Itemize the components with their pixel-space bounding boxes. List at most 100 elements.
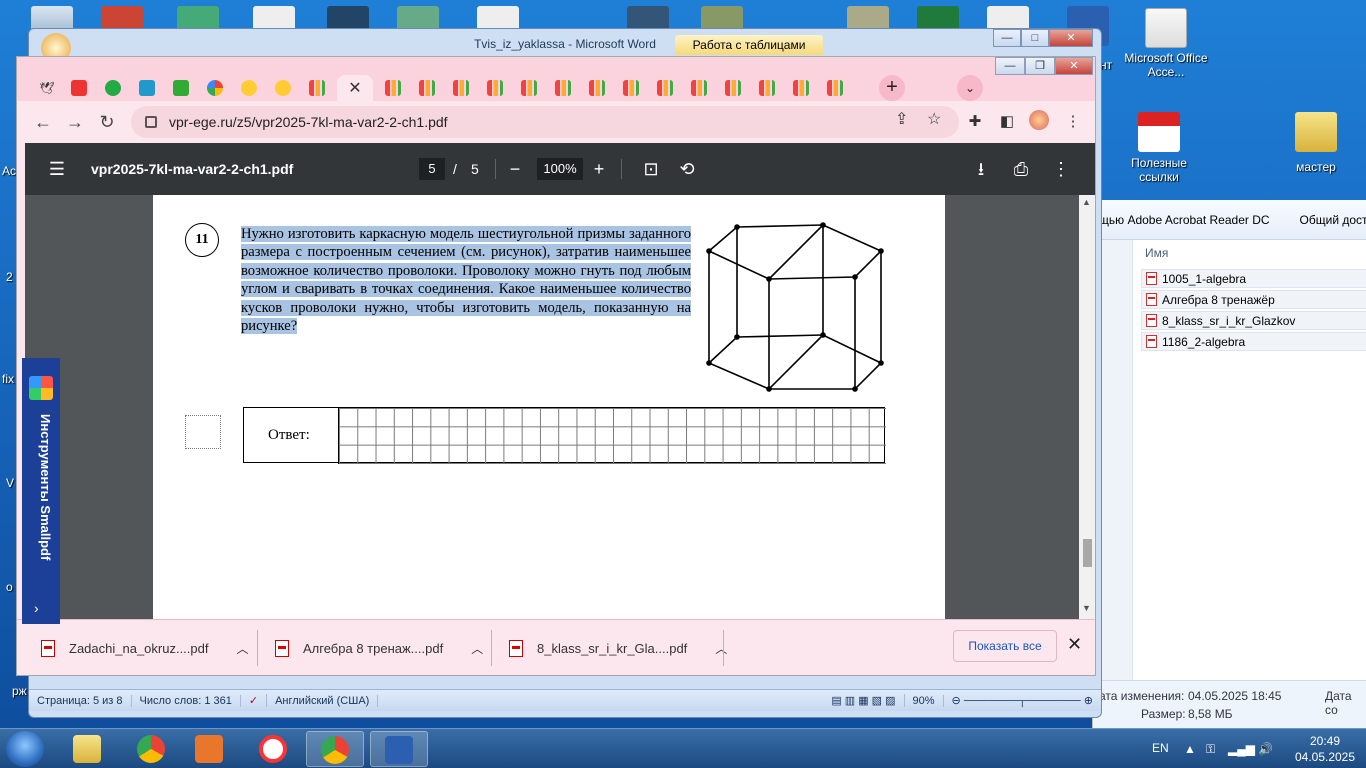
download-item[interactable]: Zadachi_na_okruz....pdf ︿ (41, 624, 249, 672)
zoom-slider[interactable]: ⊖ ───────┬─────── ⊕ (944, 694, 1101, 707)
file-item[interactable]: 1005_1-algebra (1141, 269, 1366, 288)
bookmark-star-icon[interactable]: ☆ (927, 109, 941, 129)
site-info-icon[interactable] (145, 116, 157, 128)
file-item[interactable]: 8_klass_sr_i_kr_Glazkov (1141, 311, 1366, 330)
taskbar-media[interactable] (180, 731, 238, 767)
network-icon[interactable]: ▂▄▆ (1228, 729, 1255, 768)
tab[interactable] (411, 75, 443, 101)
question-text[interactable]: Нужно изготовить каркасную модель шестиу… (241, 225, 691, 335)
share-button[interactable]: Общий дост (1300, 213, 1366, 227)
tab[interactable] (131, 75, 163, 101)
zoom-input[interactable]: 100% (537, 158, 583, 180)
device-icon[interactable]: ⚿ (1206, 729, 1215, 768)
menu-icon[interactable]: ☰ (45, 143, 69, 195)
download-item[interactable]: 8_klass_sr_i_kr_Gla....pdf ︿ (509, 624, 727, 672)
taskbar-word[interactable] (370, 731, 428, 767)
chrome-restore-button[interactable]: ❐ (1025, 57, 1055, 75)
chevron-right-icon[interactable]: › (34, 600, 39, 616)
print-icon[interactable]: ⎙ (1009, 143, 1033, 195)
view-buttons[interactable]: ▤ ▥ ▦ ▧ ▨ (823, 694, 905, 707)
taskbar-chrome-active[interactable] (306, 731, 364, 767)
pdf-viewer[interactable]: 11 Нужно изготовить каркасную модель шес… (25, 195, 1087, 619)
tab-active[interactable]: ✕ (337, 75, 373, 101)
close-tab-icon[interactable]: ✕ (348, 78, 361, 98)
download-icon[interactable]: ⭳ (969, 143, 993, 195)
zoom-in-icon[interactable]: + (587, 143, 611, 195)
language-indicator[interactable]: EN (1152, 729, 1169, 768)
show-hidden-icons[interactable]: ▲ (1184, 729, 1196, 768)
word-count[interactable]: Число слов: 1 361 (132, 694, 241, 707)
fit-page-icon[interactable]: ⊡ (639, 143, 663, 195)
tab[interactable] (785, 75, 817, 101)
profile-avatar[interactable] (1027, 110, 1051, 134)
show-all-downloads-button[interactable]: Показать все (953, 630, 1057, 662)
chevron-up-icon[interactable]: ︿ (236, 640, 248, 657)
page-number-input[interactable]: 5 (419, 158, 445, 180)
start-button[interactable] (6, 731, 44, 767)
side-panel-icon[interactable]: ◧ (995, 110, 1019, 134)
share-icon[interactable]: ⇪ (895, 109, 908, 129)
reload-button[interactable]: ↻ (95, 110, 119, 134)
page-indicator[interactable]: Страница: 5 из 8 (29, 694, 132, 707)
tab[interactable] (377, 75, 409, 101)
close-button[interactable]: ✕ (1049, 29, 1093, 47)
chrome-close-button[interactable]: ✕ (1055, 57, 1093, 75)
open-with-button[interactable]: щью Adobe Acrobat Reader DC (1099, 213, 1270, 227)
minimize-button[interactable]: — (993, 29, 1021, 47)
tab[interactable] (97, 75, 129, 101)
file-item[interactable]: 1186_2-algebra (1141, 332, 1366, 351)
file-item[interactable]: Алгебра 8 тренажёр (1141, 290, 1366, 309)
chevron-up-icon[interactable]: ︿ (471, 640, 483, 657)
tab[interactable] (199, 75, 231, 101)
desktop-icon[interactable]: Полезные ссылки (1126, 112, 1192, 184)
access-desktop-icon[interactable]: Microsoft Office Acce... (1124, 8, 1208, 79)
desktop-icon[interactable]: мастер (1278, 112, 1354, 174)
forward-button[interactable]: → (63, 110, 87, 134)
tab[interactable] (751, 75, 783, 101)
scroll-thumb[interactable] (1083, 539, 1092, 567)
tab[interactable] (233, 75, 265, 101)
tab-search-button[interactable]: ⌄ (957, 75, 983, 101)
table-tools-tab[interactable]: Работа с таблицами (675, 35, 823, 55)
volume-icon[interactable]: 🔊 (1258, 729, 1273, 768)
tab[interactable] (615, 75, 647, 101)
close-icon[interactable]: ✕ (1067, 634, 1082, 655)
rotate-icon[interactable]: ⟲ (675, 143, 699, 195)
taskbar-explorer[interactable] (58, 731, 116, 767)
tab[interactable] (547, 75, 579, 101)
tab[interactable] (513, 75, 545, 101)
pdf-scrollbar[interactable]: ▲ ▼ (1079, 195, 1095, 619)
column-header-name[interactable]: Имя (1133, 242, 1366, 264)
scroll-up-icon[interactable]: ▲ (1082, 197, 1091, 207)
tab[interactable] (165, 75, 197, 101)
tab[interactable] (581, 75, 613, 101)
tab[interactable] (445, 75, 477, 101)
tab[interactable] (649, 75, 681, 101)
zoom-level[interactable]: 90% (905, 694, 944, 707)
tab[interactable] (479, 75, 511, 101)
maximize-button[interactable]: □ (1021, 29, 1049, 47)
spellcheck-icon[interactable]: ✓ (241, 694, 268, 707)
chrome-minimize-button[interactable]: — (995, 57, 1025, 75)
tab[interactable] (717, 75, 749, 101)
taskbar-chrome[interactable] (122, 731, 180, 767)
clock[interactable]: 20:49 04.05.2025 (1290, 733, 1360, 765)
tab[interactable] (267, 75, 299, 101)
scroll-down-icon[interactable]: ▼ (1082, 603, 1091, 613)
language-indicator[interactable]: Английский (США) (267, 694, 379, 707)
tab[interactable] (63, 75, 95, 101)
more-options-icon[interactable]: ⋮ (1049, 143, 1073, 195)
tab[interactable] (683, 75, 715, 101)
tab[interactable] (301, 75, 333, 101)
download-item[interactable]: Алгебра 8 тренаж....pdf ︿ (275, 624, 483, 672)
chrome-menu-icon[interactable]: ⋮ (1061, 110, 1085, 134)
smallpdf-tools-panel[interactable]: Инструменты Smallpdf › (22, 358, 60, 624)
taskbar-yandex[interactable] (244, 731, 302, 767)
zoom-out-icon[interactable]: − (503, 143, 527, 195)
tab[interactable]: 🕊 (31, 75, 63, 101)
address-bar[interactable]: vpr-ege.ru/z5/vpr2025-7kl-ma-var2-2-ch1.… (131, 106, 959, 138)
chevron-up-icon[interactable]: ︿ (715, 640, 727, 657)
new-tab-button[interactable]: + (879, 75, 905, 101)
tab[interactable] (819, 75, 851, 101)
extensions-icon[interactable]: ✚ (963, 110, 987, 134)
